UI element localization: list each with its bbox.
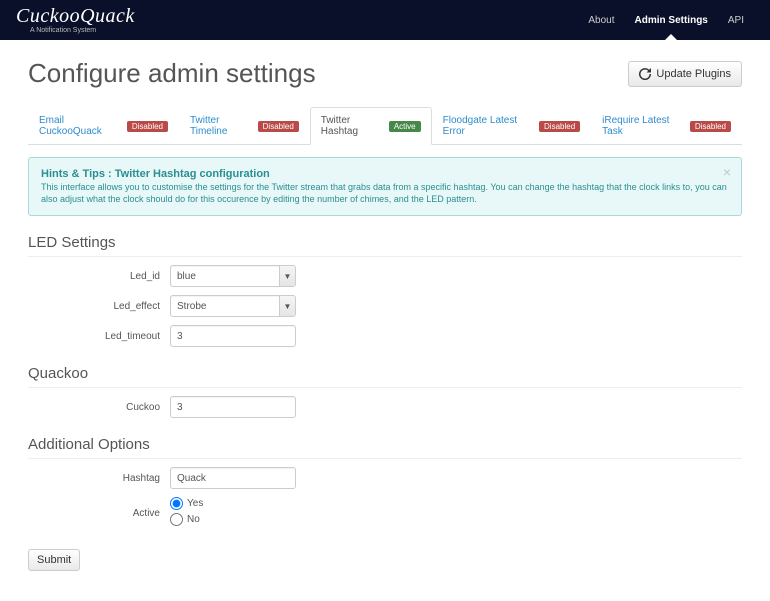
active-yes-radio[interactable] <box>170 497 183 510</box>
tab-label: iRequire Latest Task <box>602 115 687 137</box>
label-cuckoo: Cuckoo <box>28 402 170 413</box>
select-led-effect[interactable]: ▼ <box>170 295 296 317</box>
hashtag-field[interactable] <box>170 467 296 489</box>
label-led-timeout: Led_timeout <box>28 331 170 342</box>
tab-label: Floodgate Latest Error <box>443 115 536 137</box>
led-id-field[interactable] <box>170 265 296 287</box>
select-led-id[interactable]: ▼ <box>170 265 296 287</box>
tab-label: Twitter Hashtag <box>321 115 386 137</box>
tab-label: Twitter Timeline <box>190 115 255 137</box>
row-cuckoo: Cuckoo <box>28 396 742 418</box>
row-led-timeout: Led_timeout <box>28 325 742 347</box>
brand-name: CuckooQuack <box>16 6 135 26</box>
submit-button[interactable]: Submit <box>28 549 80 571</box>
brand-tagline: A Notification System <box>30 27 135 34</box>
brand: CuckooQuack A Notification System <box>16 6 135 34</box>
tab-floodgate-latest-error[interactable]: Floodgate Latest Error Disabled <box>432 107 592 144</box>
status-badge: Disabled <box>539 121 580 132</box>
nav-admin-settings[interactable]: Admin Settings <box>625 2 718 39</box>
update-plugins-label: Update Plugins <box>656 68 731 80</box>
led-effect-field[interactable] <box>170 295 296 317</box>
tab-email-cuckooquack[interactable]: Email CuckooQuack Disabled <box>28 107 179 144</box>
tab-twitter-timeline[interactable]: Twitter Timeline Disabled <box>179 107 310 144</box>
navbar: CuckooQuack A Notification System About … <box>0 0 770 40</box>
close-icon[interactable]: × <box>723 164 731 180</box>
page-header: Configure admin settings Update Plugins <box>28 58 742 89</box>
tab-twitter-hashtag[interactable]: Twitter Hashtag Active <box>310 107 432 145</box>
section-led-settings: LED Settings <box>28 234 742 257</box>
label-hashtag: Hashtag <box>28 473 170 484</box>
row-hashtag: Hashtag <box>28 467 742 489</box>
tab-label: Email CuckooQuack <box>39 115 124 137</box>
alert-body: This interface allows you to customise t… <box>41 182 729 205</box>
active-yes-label: Yes <box>187 498 203 509</box>
refresh-icon <box>639 68 651 80</box>
cuckoo-field[interactable] <box>170 396 296 418</box>
section-additional-options: Additional Options <box>28 436 742 459</box>
submit-label: Submit <box>37 554 71 566</box>
label-led-effect: Led_effect <box>28 301 170 312</box>
section-quackoo: Quackoo <box>28 365 742 388</box>
label-led-id: Led_id <box>28 271 170 282</box>
tabs: Email CuckooQuack Disabled Twitter Timel… <box>28 107 742 145</box>
row-led-id: Led_id ▼ <box>28 265 742 287</box>
main-container: Configure admin settings Update Plugins … <box>0 58 770 599</box>
hint-alert: × Hints & Tips : Twitter Hashtag configu… <box>28 157 742 216</box>
nav-api[interactable]: API <box>718 2 754 39</box>
row-active: Active Yes No <box>28 497 742 529</box>
tab-irequire-latest-task[interactable]: iRequire Latest Task Disabled <box>591 107 742 144</box>
active-no-radio[interactable] <box>170 513 183 526</box>
status-badge: Disabled <box>127 121 168 132</box>
label-active: Active <box>28 508 170 519</box>
nav-items: About Admin Settings API <box>578 2 754 39</box>
status-badge: Disabled <box>258 121 299 132</box>
status-badge: Active <box>389 121 421 132</box>
nav-about[interactable]: About <box>578 2 624 39</box>
row-led-effect: Led_effect ▼ <box>28 295 742 317</box>
update-plugins-button[interactable]: Update Plugins <box>628 61 742 87</box>
active-no-label: No <box>187 514 200 525</box>
status-badge: Disabled <box>690 121 731 132</box>
page-title: Configure admin settings <box>28 58 316 89</box>
led-timeout-field[interactable] <box>170 325 296 347</box>
active-radio-group: Yes No <box>170 497 203 529</box>
alert-title: Hints & Tips : Twitter Hashtag configura… <box>41 168 729 180</box>
